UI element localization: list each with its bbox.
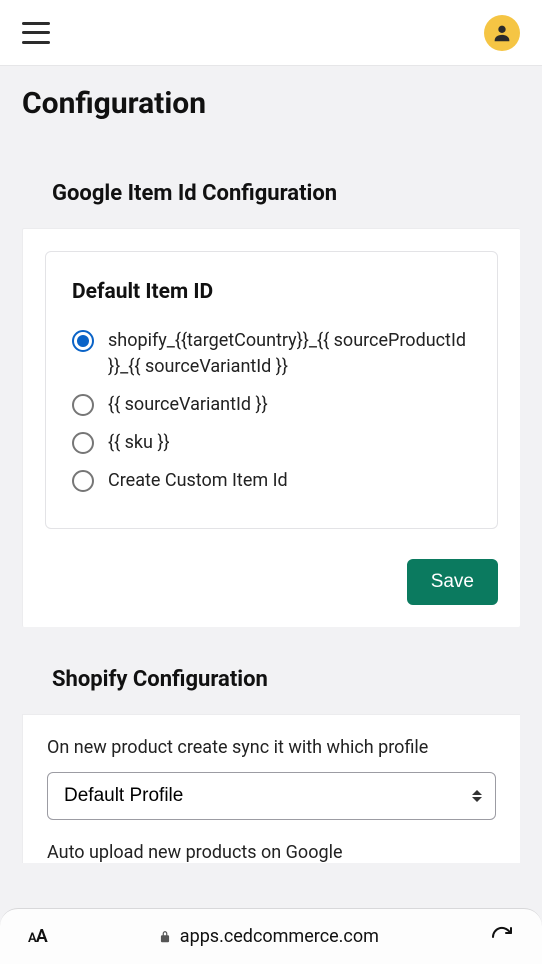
save-button[interactable]: Save [407,559,498,605]
url-text: apps.cedcommerce.com [180,926,379,947]
text-size-button[interactable]: AA [28,926,47,947]
radio-option-custom[interactable]: Create Custom Item Id [72,468,471,494]
page-title: Configuration [22,86,520,121]
reload-button[interactable] [490,925,514,949]
shopify-section: Shopify Configuration On new product cre… [22,667,520,863]
reload-icon [490,925,514,949]
page-body: Configuration Google Item Id Configurati… [0,66,542,863]
menu-icon[interactable] [22,22,50,44]
user-icon [491,22,513,44]
radio-label: {{ sku }} [108,430,170,456]
google-section-title: Google Item Id Configuration [52,181,490,206]
save-row: Save [45,559,498,605]
profile-select-wrap [47,772,496,820]
profile-field-label: On new product create sync it with which… [47,737,496,758]
shopify-section-title: Shopify Configuration [52,667,490,692]
default-item-id-card: Default Item ID shopify_{{targetCountry}… [45,251,498,529]
profile-select[interactable] [47,772,496,820]
radio-label: Create Custom Item Id [108,468,288,494]
radio-icon [72,330,94,352]
radio-icon [72,394,94,416]
shopify-panel: On new product create sync it with which… [22,714,520,863]
topbar [0,0,542,66]
lock-icon [158,930,172,944]
radio-icon [72,432,94,454]
radio-option-sku[interactable]: {{ sku }} [72,430,471,456]
google-panel: Default Item ID shopify_{{targetCountry}… [22,228,520,627]
radio-label: shopify_{{targetCountry}}_{{ sourceProdu… [108,328,471,380]
url-bar[interactable]: apps.cedcommerce.com [158,926,379,947]
avatar[interactable] [484,15,520,51]
card-title: Default Item ID [72,280,471,304]
radio-icon [72,470,94,492]
radio-option-shopify[interactable]: shopify_{{targetCountry}}_{{ sourceProdu… [72,328,471,380]
auto-upload-label: Auto upload new products on Google [47,842,496,863]
browser-toolbar: AA apps.cedcommerce.com [0,908,542,964]
radio-label: {{ sourceVariantId }} [108,392,268,418]
radio-option-source-variant[interactable]: {{ sourceVariantId }} [72,392,471,418]
